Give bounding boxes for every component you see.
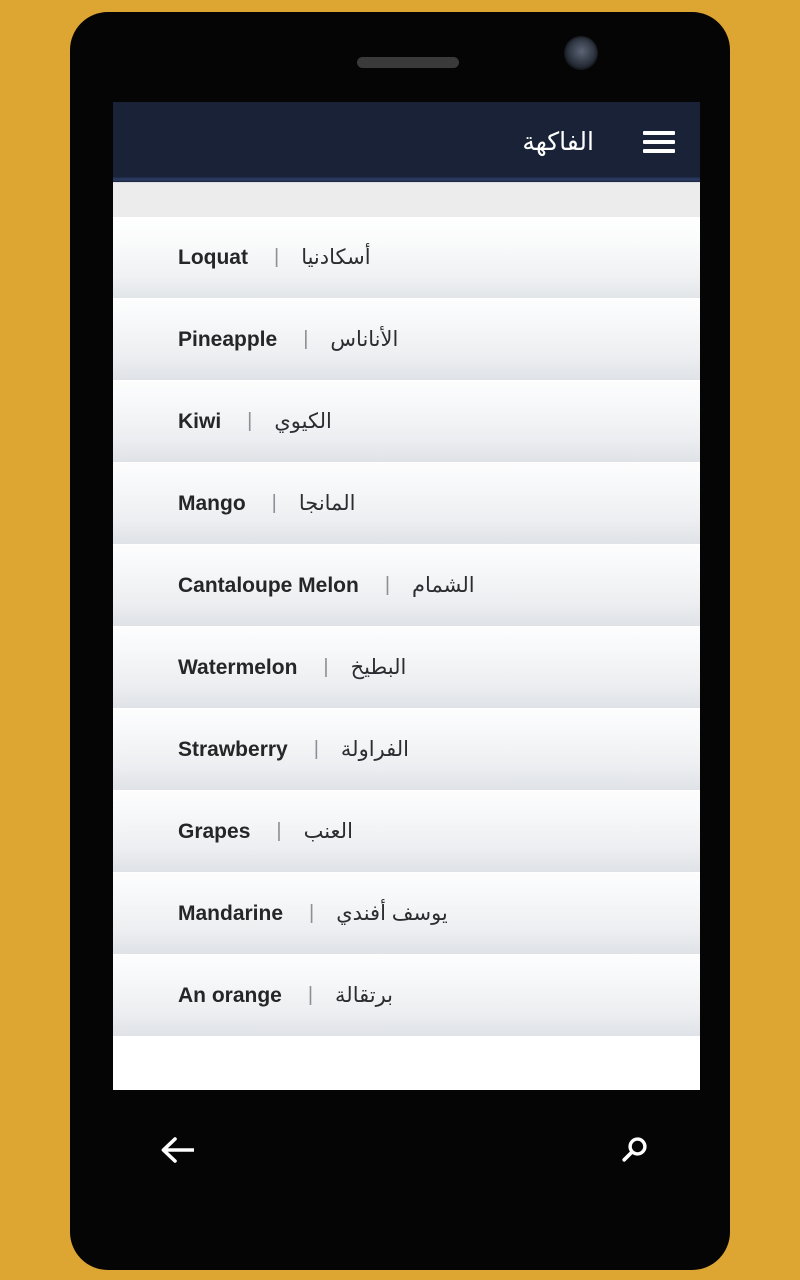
fruit-name-ar: الكيوي: [274, 410, 332, 433]
fruit-separator: |: [323, 656, 329, 678]
fruit-separator: |: [309, 902, 315, 924]
fruit-name-ar: المانجا: [298, 492, 356, 515]
fruit-name-en: Pineapple: [178, 327, 278, 351]
fruit-name-ar: يوسف أفندي: [336, 902, 448, 925]
page-title: الفاكهة: [522, 128, 594, 156]
hamburger-bar: [643, 131, 675, 135]
list-item[interactable]: Mandarine | يوسف أفندي: [113, 873, 700, 955]
list-item[interactable]: Grapes | العنب: [113, 791, 700, 873]
hamburger-bar: [643, 140, 675, 144]
fruit-list: Loquat | أسكادنيا Pineapple | الأناناس Kiwi | ال…: [113, 217, 700, 1037]
fruit-separator: |: [307, 984, 314, 1006]
list-item[interactable]: Watermelon | البطيخ: [113, 627, 700, 709]
hamburger-menu-icon[interactable]: [636, 119, 682, 165]
phone-top-bezel: [70, 12, 730, 102]
fruit-name-ar: الشمام: [412, 574, 475, 597]
search-button[interactable]: [606, 1122, 662, 1178]
fruit-name-en: Mandarine: [178, 901, 284, 925]
fruit-name-en: Grapes: [178, 819, 251, 843]
fruit-separator: |: [271, 492, 277, 514]
fruit-name-ar: الأناناس: [330, 328, 399, 351]
list-item[interactable]: An orange | برتقالة: [113, 955, 700, 1037]
fruit-name-ar: الفراولة: [340, 738, 409, 761]
hamburger-bar: [643, 149, 675, 153]
back-button[interactable]: [151, 1122, 207, 1178]
fruit-separator: |: [313, 738, 319, 760]
fruit-separator: |: [303, 328, 309, 350]
phone-screen: الفاكهة Loquat | أسكادنيا Pineapple | الأنانا…: [113, 102, 700, 1090]
arrow-left-icon: [160, 1135, 198, 1165]
list-item[interactable]: Mango | المانجا: [113, 463, 700, 545]
list-item[interactable]: Cantaloupe Melon | الشمام: [113, 545, 700, 627]
list-item[interactable]: Kiwi | الكيوي: [113, 381, 700, 463]
content-top-band: [113, 182, 700, 217]
app-header: الفاكهة: [113, 102, 700, 182]
search-icon: [617, 1133, 651, 1167]
fruit-name-ar: أسكادنيا: [301, 246, 371, 269]
front-camera-icon: [564, 36, 598, 70]
phone-frame: الفاكهة Loquat | أسكادنيا Pineapple | الأنانا…: [70, 12, 730, 1270]
fruit-separator: |: [247, 410, 253, 432]
fruit-name-en: Kiwi: [178, 409, 222, 433]
fruit-name-en: Cantaloupe Melon: [178, 573, 359, 597]
fruit-name-en: Watermelon: [178, 655, 298, 679]
list-item[interactable]: Pineapple | الأناناس: [113, 299, 700, 381]
list-item[interactable]: Loquat | أسكادنيا: [113, 217, 700, 299]
fruit-separator: |: [273, 246, 280, 268]
fruit-name-en: Loquat: [178, 245, 248, 269]
fruit-name-en: An orange: [178, 983, 282, 1007]
fruit-separator: |: [276, 820, 282, 842]
fruit-name-en: Strawberry: [178, 737, 288, 761]
speaker-grille-icon: [357, 57, 459, 68]
bottom-navigation-bar: [113, 1090, 700, 1210]
list-item[interactable]: Strawberry | الفراولة: [113, 709, 700, 791]
fruit-name-ar: برتقالة: [335, 984, 394, 1007]
fruit-separator: |: [384, 574, 391, 596]
fruit-name-ar: العنب: [303, 820, 353, 843]
fruit-name-en: Mango: [178, 491, 246, 515]
fruit-name-ar: البطيخ: [350, 656, 407, 679]
